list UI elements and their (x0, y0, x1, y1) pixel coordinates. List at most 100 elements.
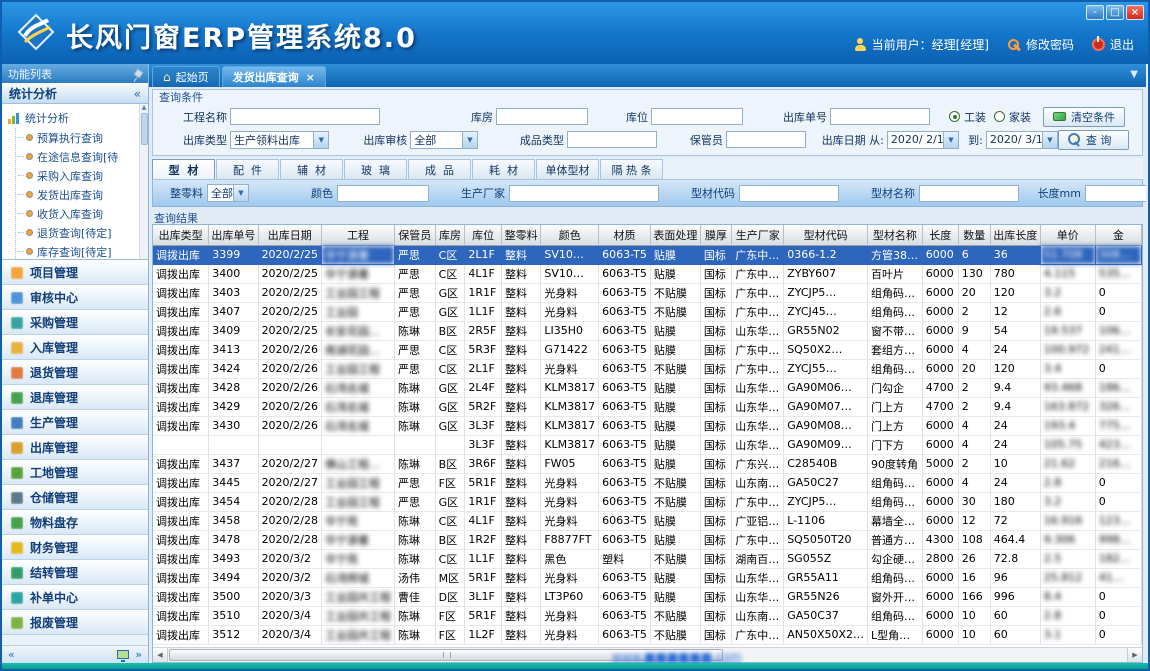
table-row[interactable]: 调拨出库34032020/2/25工业园工程严思G区1R1F整料光身料6063-… (153, 283, 1142, 302)
radio-gongzhuang[interactable]: 工装 (949, 109, 986, 125)
material-tab-single-profile[interactable]: 单体型材 (536, 159, 599, 179)
search-button[interactable]: 查 询 (1058, 130, 1129, 150)
sidebar-item-production-management[interactable]: 生产管理 (2, 410, 148, 435)
scroll-right-icon[interactable]: ▶ (1127, 648, 1142, 662)
tree-root-statistics[interactable]: 统计分析 (8, 108, 138, 128)
sidebar-item-supplement-center[interactable]: 补单中心 (2, 585, 148, 610)
radio-jiazhuang-dot[interactable] (994, 111, 1005, 122)
table-row[interactable]: 调拨出库34242020/2/26工业园工程严思C区2L1F整料光身料6063-… (153, 359, 1142, 378)
logout-button[interactable]: 退出 (1092, 36, 1134, 53)
table-row[interactable]: 调拨出库34282020/2/26石湾名城陈琳G区2L4F整料KLM381760… (153, 378, 1142, 397)
warehouse-input[interactable] (496, 108, 588, 125)
profile-name-input[interactable] (919, 185, 1019, 202)
sidebar-item-scrap-management[interactable]: 报废管理 (2, 610, 148, 635)
column-header[interactable]: 出库单号 (209, 225, 258, 245)
product-type-input[interactable] (567, 131, 657, 148)
table-row[interactable]: 调拨出库34092020/2/25长安花园…陈琳B区2R5F整料LI35H060… (153, 321, 1142, 340)
tree-item[interactable]: 预算执行查询 (18, 128, 138, 147)
table-row[interactable]: 调拨出库35002020/3/3工业园共工程曹佳D区3L1F整料LT3P6060… (153, 587, 1142, 606)
table-row[interactable]: 调拨出库34932020/3/2华宁苑陈琳C区1L1F整料黑色塑料不贴膜国标湖南… (153, 549, 1142, 568)
sidebar-item-return-store-management[interactable]: 退库管理 (2, 385, 148, 410)
table-row[interactable]: 调拨出库34002020/2/25华宁源著严思C区4L1F整料SV10…6063… (153, 264, 1142, 283)
scroll-left-icon[interactable]: ◀ (153, 648, 168, 662)
chevron-down-icon[interactable]: ▼ (1042, 132, 1057, 148)
column-header[interactable]: 库房 (435, 225, 465, 245)
outbound-audit-select[interactable]: 全部 ▼ (410, 131, 478, 149)
column-header[interactable]: 长度 (922, 225, 958, 245)
material-tab-profile[interactable]: 型 材 (152, 159, 215, 179)
close-button[interactable]: × (1126, 5, 1144, 20)
column-header[interactable]: 数量 (958, 225, 990, 245)
column-header[interactable]: 出库长度 (990, 225, 1040, 245)
radio-jiazhuang[interactable]: 家装 (994, 109, 1031, 125)
chevron-down-icon[interactable]: ▼ (462, 132, 477, 148)
maker-input[interactable] (509, 185, 659, 202)
sidebar-item-carryover-management[interactable]: 结转管理 (2, 560, 148, 585)
column-header[interactable]: 保管员 (394, 225, 435, 245)
tree-item[interactable]: 在途信息查询[待 (18, 147, 138, 166)
column-header[interactable]: 库位 (465, 225, 502, 245)
pin-icon[interactable] (134, 69, 144, 79)
table-row[interactable]: 调拨出库33992020/2/25华宁源著严思C区2L1F整料SV10…6063… (153, 245, 1142, 264)
tree-scroll-thumb[interactable] (141, 113, 148, 145)
tree-item[interactable]: 库存查询[待定] (18, 242, 138, 260)
chevron-down-icon[interactable]: ▼ (943, 132, 958, 148)
table-row[interactable]: 调拨出库34452020/2/27工业园工程严思F区5R1F整料光身料6063-… (153, 473, 1142, 492)
column-header[interactable]: 型材名称 (868, 225, 923, 245)
tab-shipping-outbound-query[interactable]: 发货出库查询 × (222, 66, 326, 87)
column-header[interactable]: 出库日期 (258, 225, 321, 245)
change-password-button[interactable]: 修改密码 (1007, 36, 1074, 53)
date-to-picker[interactable]: 2020/ 3/16 ▼ (986, 131, 1058, 149)
material-tab-glass[interactable]: 玻 璃 (344, 159, 407, 179)
table-row[interactable]: 调拨出库34942020/3/2石湾辉城汤伟M区5R1F整料光身料6063-T5… (153, 568, 1142, 587)
table-row[interactable]: 调拨出库34372020/2/27佛山工程…陈琳B区3R6F整料FW056063… (153, 454, 1142, 473)
material-tab-fitting[interactable]: 配 件 (216, 159, 279, 179)
material-tab-auxiliary[interactable]: 辅 材 (280, 159, 343, 179)
tree-item[interactable]: 采购入库查询 (18, 166, 138, 185)
sidebar-item-material-inventory[interactable]: 物料盘存 (2, 510, 148, 535)
zhengling-select[interactable]: 全部 ▼ (207, 184, 249, 202)
sidebar-item-audit-center[interactable]: 审核中心 (2, 285, 148, 310)
tree-scrollbar[interactable]: ▲ (139, 104, 148, 259)
column-header[interactable]: 生产厂家 (732, 225, 784, 245)
tree-item[interactable]: 发货出库查询 (18, 185, 138, 204)
table-row[interactable]: 调拨出库35102020/3/4工业园共工程陈琳F区5R1F整料光身料6063-… (153, 606, 1142, 625)
outbound-type-select[interactable]: 生产领料出库 ▼ (230, 131, 329, 149)
sidebar-item-outbound-management[interactable]: 出库管理 (2, 435, 148, 460)
collapse-section-icon[interactable]: « (134, 87, 141, 101)
column-header[interactable]: 膜厚 (700, 225, 731, 245)
sidebar-item-inbound-management[interactable]: 入库管理 (2, 335, 148, 360)
material-tab-heat-strip[interactable]: 隔 热 条 (600, 159, 663, 179)
column-header[interactable]: 颜色 (541, 225, 599, 245)
chevron-down-icon[interactable]: ▼ (233, 185, 248, 201)
chevron-down-icon[interactable]: ▼ (313, 132, 328, 148)
minimize-button[interactable]: - (1086, 5, 1104, 20)
order-no-input[interactable] (830, 108, 930, 125)
sidebar-item-purchase-management[interactable]: 采购管理 (2, 310, 148, 335)
profile-code-input[interactable] (739, 185, 839, 202)
tab-home[interactable]: ⌂ 起始页 (152, 66, 220, 87)
date-from-picker[interactable]: 2020/ 2/16 ▼ (887, 131, 959, 149)
sidebar-item-warehouse-management[interactable]: 仓储管理 (2, 485, 148, 510)
table-row[interactable]: 调拨出库34292020/2/26石湾名城陈琳G区5R2F整料KLM381760… (153, 397, 1142, 416)
material-tab-finished[interactable]: 成 品 (408, 159, 471, 179)
statistics-section-header[interactable]: 统计分析 « (2, 83, 148, 104)
length-input[interactable] (1085, 185, 1146, 202)
table-row[interactable]: 调拨出库34782020/2/28华宁源著陈琳B区1R2F整料F8877FT60… (153, 530, 1142, 549)
sidebar-item-finance-management[interactable]: 财务管理 (2, 535, 148, 560)
table-row[interactable]: 调拨出库34302020/2/26石湾名城陈琳G区3L3F整料KLM381760… (153, 416, 1142, 435)
keeper-input[interactable] (726, 131, 806, 148)
column-header[interactable]: 整零料 (502, 225, 541, 245)
table-row[interactable]: 调拨出库34582020/2/28华宁苑陈琳C区4L1F整料光身料6063-T5… (153, 511, 1142, 530)
column-header[interactable]: 单价 (1040, 225, 1095, 245)
column-header[interactable]: 出库类型 (153, 225, 209, 245)
column-header[interactable]: 工程 (321, 225, 394, 245)
table-row[interactable]: 3L3F整料KLM38176063-T5贴膜国标山东华…GA90M09…门下方6… (153, 435, 1142, 454)
project-name-input[interactable] (230, 108, 380, 125)
sidebar-item-return-goods-management[interactable]: 退货管理 (2, 360, 148, 385)
material-tab-consumable[interactable]: 耗 材 (472, 159, 535, 179)
tab-list-dropdown-icon[interactable]: ▼ (1130, 69, 1138, 80)
monitor-icon[interactable] (117, 650, 129, 659)
table-row[interactable]: 调拨出库34542020/2/28工业园工程严思G区1R1F整料光身料6063-… (153, 492, 1142, 511)
table-row[interactable]: 调拨出库34132020/2/26南湖花园…严思C区5R3F整料G7142260… (153, 340, 1142, 359)
